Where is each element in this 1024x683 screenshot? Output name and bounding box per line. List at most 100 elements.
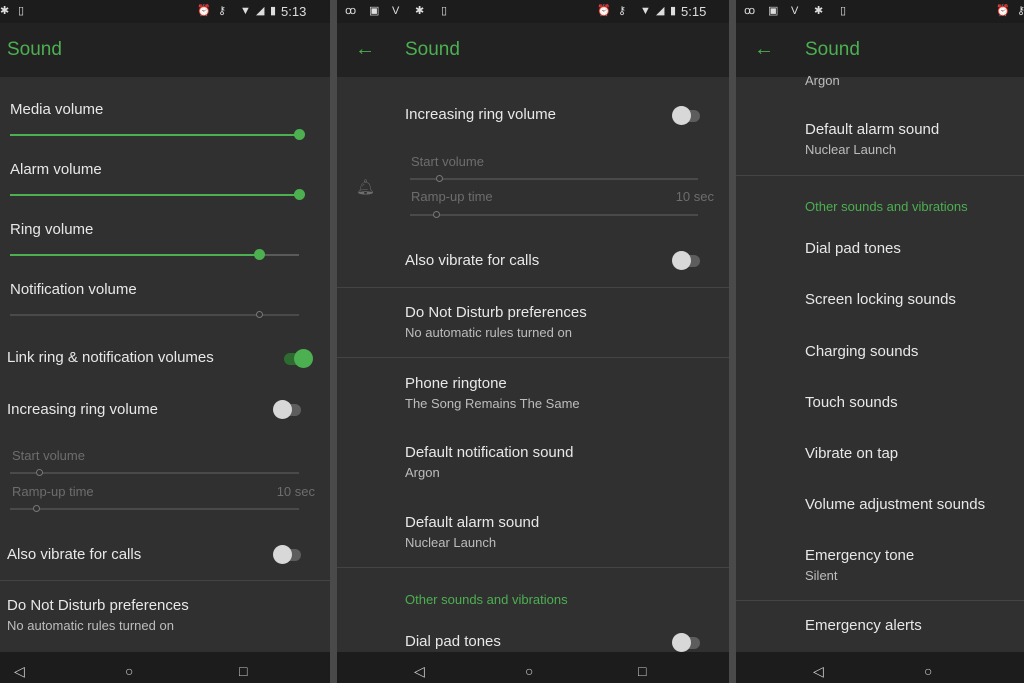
back-icon[interactable]: ◁ (813, 663, 824, 679)
screen-3: ꝏ ▣ V ✱ ▯ ⏰ ⚷ ← Sound Argon Default alar… (736, 0, 1024, 683)
battery-icon: ▮ (670, 5, 677, 17)
status-bar: ꝏ ▣ V ✱ ▯ ⏰ ⚷ (736, 0, 1024, 23)
divider (0, 580, 330, 581)
notification-volume-label: Notification volume (10, 281, 137, 298)
divider (337, 287, 729, 288)
image-icon: ▣ (369, 5, 380, 17)
home-icon[interactable]: ○ (525, 663, 533, 679)
recents-icon[interactable]: □ (638, 663, 646, 679)
emergency-alerts-item[interactable]: Emergency alerts (805, 617, 922, 635)
ring-volume-label: Ring volume (10, 221, 94, 238)
vpn-key-icon: ⚷ (1017, 5, 1024, 17)
leaf-icon: ✱ (0, 5, 10, 17)
image-icon: ▣ (768, 5, 779, 17)
back-icon[interactable]: ◁ (14, 663, 25, 679)
nav-bar (736, 652, 1024, 683)
ramp-up-value: 10 sec (276, 484, 315, 499)
battery-icon: ▮ (270, 5, 277, 17)
alarm-volume-label: Alarm volume (10, 161, 102, 178)
ramp-up-label: Ramp-up time (411, 189, 493, 204)
section-header: Other sounds and vibrations (805, 199, 968, 214)
page-title: Sound (405, 39, 460, 60)
emergency-tone-value: Silent (805, 568, 838, 583)
sim-icon: ▯ (840, 5, 847, 17)
wifi-icon: ▼ (640, 5, 651, 17)
vpn-key-icon: ⚷ (618, 5, 627, 17)
page-title: Sound (805, 39, 860, 60)
default-alarm-title: Default alarm sound (805, 121, 940, 138)
media-volume-label: Media volume (10, 101, 104, 118)
increasing-ring-toggle[interactable] (672, 105, 702, 125)
bell-icon: 🔔︎ (356, 179, 376, 196)
signal-icon: ◢ (656, 5, 665, 17)
section-header: Other sounds and vibrations (405, 592, 568, 607)
dial-pad-tones-toggle[interactable] (672, 632, 702, 652)
recents-icon[interactable]: □ (239, 663, 247, 679)
increasing-ring-label: Increasing ring volume (7, 401, 158, 418)
wifi-icon: ▼ (240, 5, 251, 17)
start-volume-slider[interactable] (10, 469, 299, 476)
divider (337, 357, 729, 358)
screen-2: ꝏ ▣ V ✱ ▯ ⏰ ⚷ ▼ ◢ ▮ 5:15 ← Sound Increas… (337, 0, 729, 683)
divider (736, 600, 1024, 601)
alarm-volume-slider[interactable] (10, 189, 305, 200)
list-item[interactable]: Charging sounds (805, 343, 918, 361)
default-notification-value: Argon (405, 465, 440, 480)
signal-icon: ◢ (256, 5, 265, 17)
vibrate-calls-toggle[interactable] (672, 250, 702, 270)
vine-icon: V (791, 5, 799, 17)
divider (337, 567, 729, 568)
status-bar: ✱ ▯ ⏰ ⚷ ▼ ◢ ▮ 5:13 (0, 0, 330, 23)
emergency-tone-title: Emergency tone (805, 547, 915, 564)
link-volumes-label: Link ring & notification volumes (7, 349, 214, 366)
sim-icon: ▯ (441, 5, 448, 17)
dnd-title: Do Not Disturb preferences (405, 304, 587, 321)
phone-ringtone-value: The Song Remains The Same (405, 396, 580, 411)
home-icon[interactable]: ○ (924, 663, 932, 679)
back-arrow-icon[interactable]: ← (355, 38, 375, 60)
clock: 5:13 (281, 4, 307, 19)
ramp-up-slider[interactable] (10, 505, 299, 512)
ramp-up-value: 10 sec (675, 189, 714, 204)
app-bar (337, 23, 729, 77)
leaf-icon: ✱ (814, 5, 824, 17)
vibrate-calls-toggle[interactable] (273, 544, 303, 564)
nav-bar (0, 652, 330, 683)
back-arrow-icon[interactable]: ← (754, 38, 774, 60)
voicemail-icon: ꝏ (744, 5, 756, 17)
screen-1: ✱ ▯ ⏰ ⚷ ▼ ◢ ▮ 5:13 Sound Media volume Al… (0, 0, 330, 683)
link-volumes-toggle[interactable] (282, 348, 313, 368)
media-volume-slider[interactable] (10, 129, 305, 140)
list-item[interactable]: Screen locking sounds (805, 291, 956, 309)
start-volume-label: Start volume (12, 448, 85, 463)
list-item[interactable]: Touch sounds (805, 394, 898, 412)
list-item[interactable]: Dial pad tones (805, 240, 901, 258)
leaf-icon: ✱ (415, 5, 425, 17)
divider (736, 175, 1024, 176)
default-notification-title: Default notification sound (405, 444, 574, 461)
default-alarm-value: Nuclear Launch (805, 142, 897, 157)
increasing-ring-toggle[interactable] (273, 399, 303, 419)
list-item[interactable]: Volume adjustment sounds (805, 496, 985, 514)
status-bar: ꝏ ▣ V ✱ ▯ ⏰ ⚷ ▼ ◢ ▮ 5:15 (337, 0, 729, 23)
back-icon[interactable]: ◁ (414, 663, 425, 679)
dnd-subtitle: No automatic rules turned on (405, 325, 572, 340)
start-volume-slider[interactable] (410, 175, 698, 182)
alarm-icon: ⏰ (996, 5, 1010, 17)
default-alarm-value: Nuclear Launch (405, 535, 497, 550)
home-icon[interactable]: ○ (125, 663, 133, 679)
voicemail-icon: ꝏ (345, 5, 357, 17)
start-volume-label: Start volume (411, 154, 484, 169)
notification-volume-slider[interactable] (10, 311, 299, 318)
alarm-icon: ⏰ (197, 5, 211, 17)
default-alarm-title: Default alarm sound (405, 514, 540, 531)
vibrate-calls-label: Also vibrate for calls (405, 252, 540, 269)
phone-ringtone-title: Phone ringtone (405, 375, 507, 392)
dnd-subtitle: No automatic rules turned on (7, 618, 174, 633)
ring-volume-slider[interactable] (10, 249, 299, 260)
list-item[interactable]: Vibrate on tap (805, 445, 898, 463)
sim-icon: ▯ (18, 5, 25, 17)
vibrate-calls-label: Also vibrate for calls (7, 546, 142, 563)
notification-sound-value: Argon (805, 73, 840, 88)
ramp-up-slider[interactable] (410, 211, 698, 218)
